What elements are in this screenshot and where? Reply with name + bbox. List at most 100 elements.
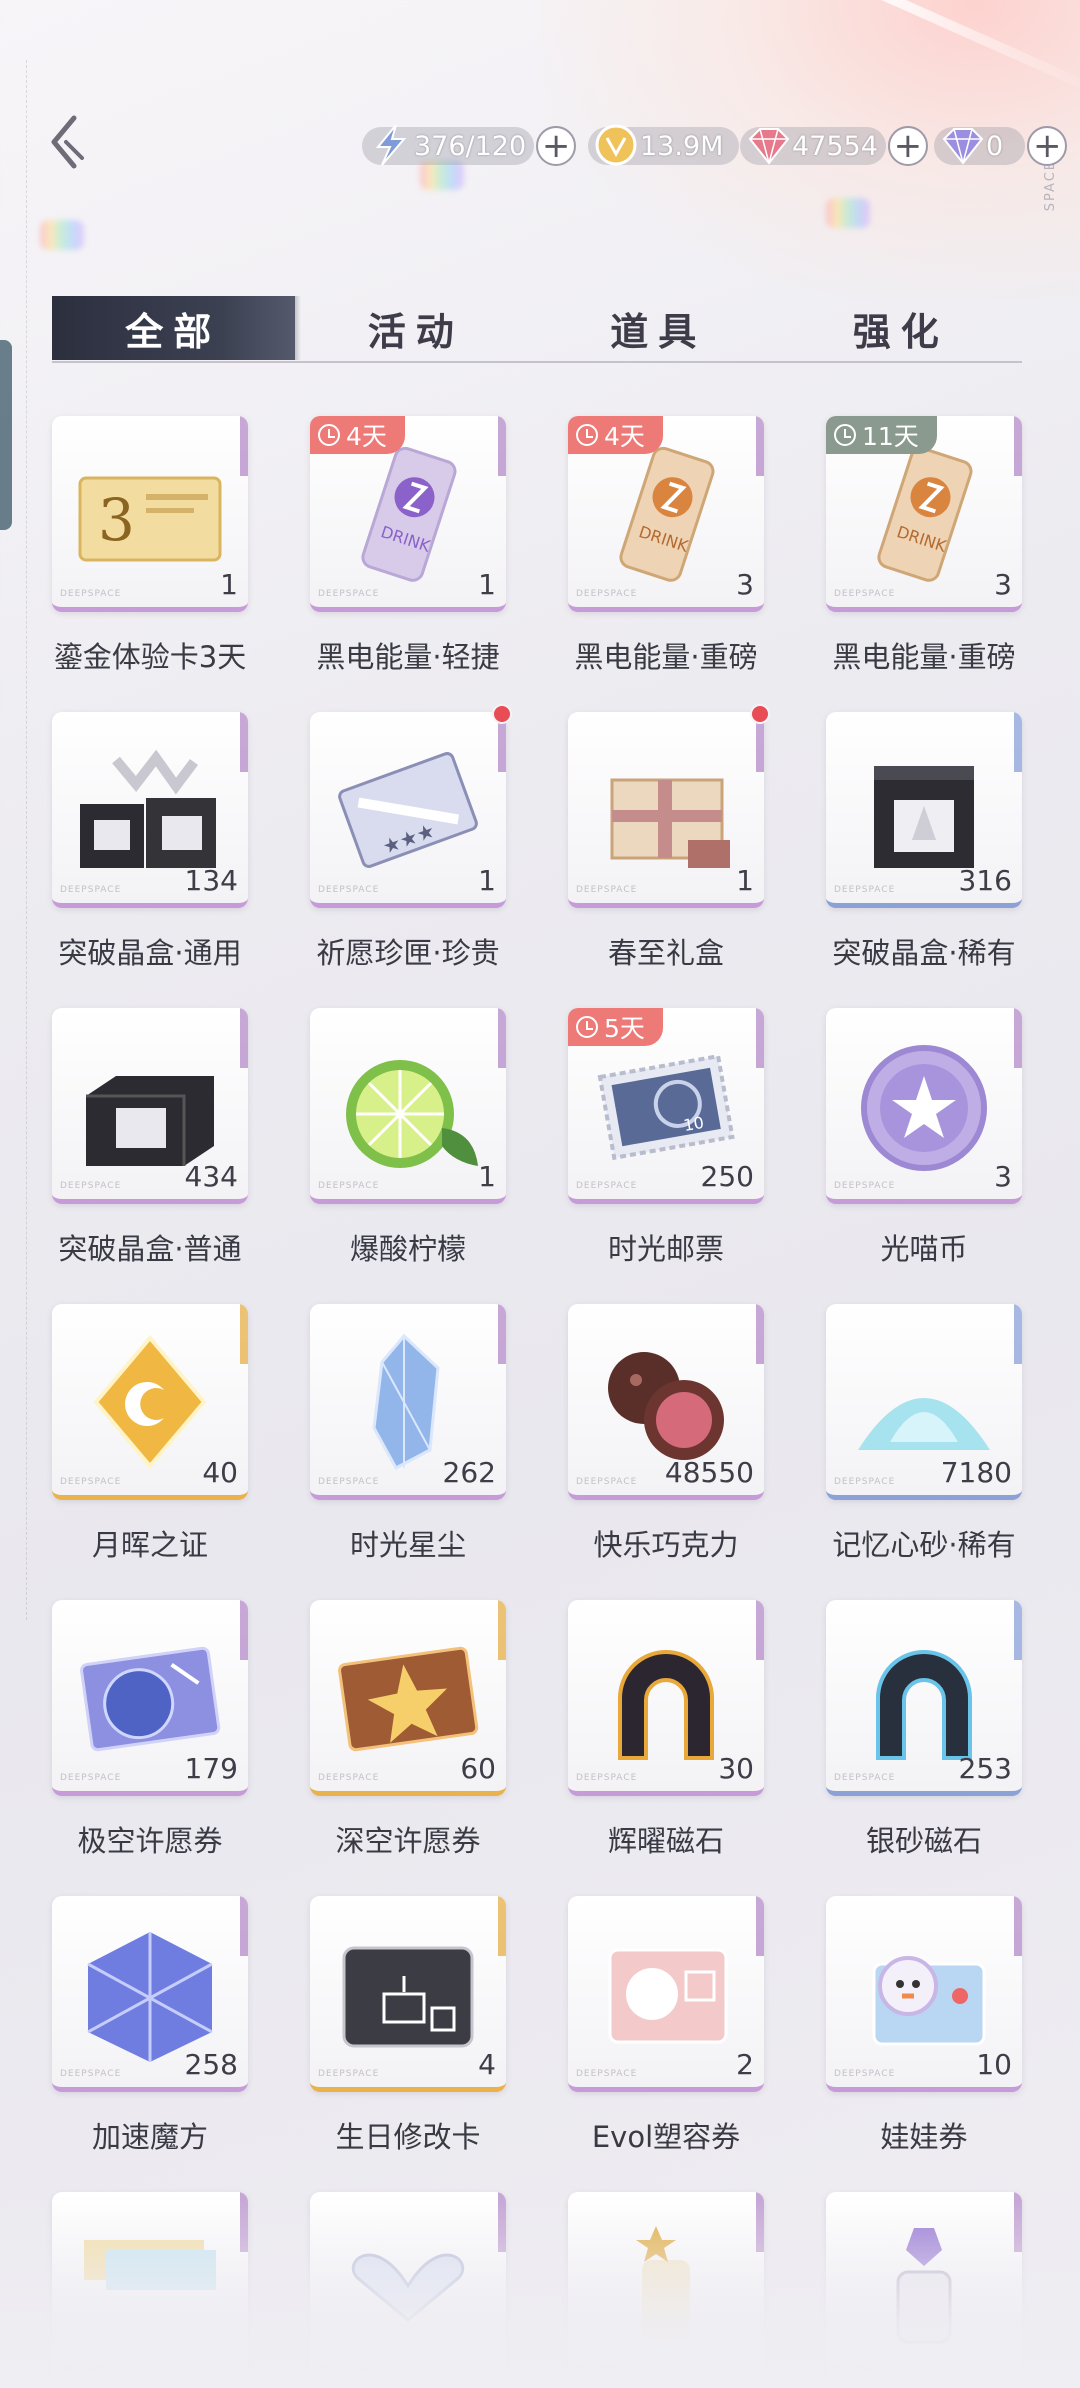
inventory-item[interactable]: DEEPSPACE 3 光喵币 — [826, 1008, 1022, 1304]
item-count: 3 — [994, 1160, 1012, 1193]
red-gem-icon — [748, 128, 790, 165]
item-card[interactable]: DEEPSPACE 3 — [826, 1008, 1022, 1204]
card-watermark: DEEPSPACE — [834, 1181, 896, 1191]
stamina-plus-button[interactable]: + — [536, 126, 577, 166]
item-card[interactable]: ★★★ DEEPSPACE 1 — [310, 712, 506, 908]
inventory-item[interactable]: DEEPSPACE 2 Evol塑容券 — [568, 1896, 764, 2192]
crystal-box-multi-icon — [80, 749, 216, 868]
expiry-timer-text: 11天 — [862, 422, 919, 451]
magic-cube-icon — [87, 1932, 213, 2062]
tab-enhance[interactable]: 强化 — [780, 296, 1023, 360]
inventory-item[interactable]: DRINK DEEPSPACE 3 4天黑电能量·重磅 — [568, 416, 764, 712]
inventory-item[interactable]: DEEPSPACE 60 深空许愿券 — [310, 1600, 506, 1896]
orange-drink-can-icon: DRINK — [619, 446, 715, 582]
item-card[interactable]: DEEPSPACE 2 — [568, 1896, 764, 2092]
item-card[interactable]: DEEPSPACE 1 — [568, 712, 764, 908]
item-count: 30 — [718, 1752, 754, 1785]
item-card[interactable]: DEEPSPACE 253 — [826, 1600, 1022, 1796]
item-card[interactable]: DRINK DEEPSPACE 1 4天 — [310, 416, 506, 612]
inventory-item[interactable]: DEEPSPACE 4 生日修改卡 — [310, 1896, 506, 2192]
card-watermark: DEEPSPACE — [834, 2365, 896, 2375]
item-name: 深空许愿券 — [335, 1824, 481, 1858]
clock-icon — [834, 424, 856, 446]
inventory-item[interactable]: DEEPSPACE 316 突破晶盒·稀有 — [826, 712, 1022, 1008]
chocolate-icon — [608, 1352, 724, 1460]
expiry-timer-text: 4天 — [346, 422, 387, 451]
item-card[interactable]: DEEPSPACE — [826, 2192, 1022, 2388]
inventory-item[interactable]: ★★★ DEEPSPACE 1 祈愿珍匣·珍贵 — [310, 704, 512, 1008]
inventory-item[interactable]: DEEPSPACE 48550 快乐巧克力 — [568, 1304, 764, 1600]
item-card[interactable]: DEEPSPACE 179 — [52, 1600, 248, 1796]
purple-diamond-plus-button[interactable]: + — [1027, 126, 1068, 166]
inventory-item[interactable]: DEEPSPACE — [310, 2192, 506, 2388]
purple-diamond-resource: 0 + — [934, 126, 1068, 166]
sand-pile-icon — [858, 1398, 990, 1450]
item-card[interactable]: DEEPSPACE 316 — [826, 712, 1022, 908]
item-card[interactable]: DEEPSPACE — [310, 2192, 506, 2388]
item-name: 快乐巧克力 — [593, 1528, 739, 1562]
purple-diamond-icon — [942, 128, 984, 165]
space-label: SPACE — [1043, 160, 1058, 212]
inventory-item[interactable]: DEEPSPACE — [568, 2192, 764, 2388]
inventory-item[interactable]: DEEPSPACE 434 突破晶盒·普通 — [52, 1008, 248, 1304]
item-card[interactable]: DEEPSPACE 60 — [310, 1600, 506, 1796]
inventory-item[interactable]: DEEPSPACE 258 加速魔方 — [52, 1896, 248, 2192]
item-name: 月晖之证 — [91, 1528, 208, 1562]
inventory-item[interactable]: DRINK DEEPSPACE 1 4天 黑电能量·轻捷 — [310, 416, 506, 712]
back-button[interactable] — [44, 112, 90, 172]
ticket-stack-icon — [84, 2240, 216, 2290]
inventory-item[interactable]: DEEPSPACE — [52, 2192, 248, 2388]
gold-coin-icon — [595, 124, 637, 166]
expiry-timer-badge: 5天 — [568, 1008, 663, 1046]
inventory-item[interactable]: DEEPSPACE 1 春至礼盒 — [568, 704, 770, 1008]
item-card[interactable]: DRINK DEEPSPACE 3 11天 — [826, 416, 1022, 612]
tab-all[interactable]: 全部 — [52, 296, 300, 360]
card-watermark: DEEPSPACE — [60, 2069, 122, 2079]
red-gem-plus-button[interactable]: + — [887, 126, 928, 166]
inventory-item[interactable]: DEEPSPACE 253 银砂磁石 — [826, 1600, 1022, 1896]
inventory-item[interactable]: 3 DEEPSPACE 1 鎏金体验卡3天 — [52, 416, 248, 712]
inventory-item[interactable]: DEEPSPACE 7180 记忆心砂·稀有 — [826, 1304, 1022, 1600]
item-card[interactable]: DEEPSPACE — [568, 2192, 764, 2388]
card-watermark: DEEPSPACE — [834, 1477, 896, 1487]
inventory-item[interactable]: DEEPSPACE 10 娃娃券 — [826, 1896, 1022, 2192]
item-card[interactable]: 3 DEEPSPACE 1 — [52, 416, 248, 612]
item-card[interactable]: DEEPSPACE 258 — [52, 1896, 248, 2092]
item-card[interactable]: DEEPSPACE 10 — [826, 1896, 1022, 2092]
inventory-item[interactable]: DEEPSPACE 30 辉曜磁石 — [568, 1600, 764, 1896]
item-card[interactable]: DEEPSPACE — [52, 2192, 248, 2388]
item-card[interactable]: DRINK DEEPSPACE 3 4天 — [568, 416, 764, 612]
item-card[interactable]: DEEPSPACE 134 — [52, 712, 248, 908]
inventory-item[interactable]: DRINK DEEPSPACE 3 11天 黑电能量·重磅 — [826, 416, 1022, 712]
item-name: 黑电能量·重磅 — [574, 640, 758, 674]
item-name: 光喵币 — [880, 1232, 968, 1266]
inventory-item[interactable]: DEEPSPACE 179 极空许愿券 — [52, 1600, 248, 1896]
tab-items[interactable]: 道具 — [537, 296, 780, 360]
inventory-item[interactable]: DEEPSPACE 40 月晖之证 — [52, 1304, 248, 1600]
inventory-item[interactable]: DEEPSPACE 1 爆酸柠檬 — [310, 1008, 506, 1304]
item-card[interactable]: DEEPSPACE 30 — [568, 1600, 764, 1796]
inventory-grid: 3 DEEPSPACE 1 鎏金体验卡3天 DRINK DEEPSPACE 1 4天 黑电能量·… — [52, 416, 1022, 2388]
inventory-item[interactable]: DEEPSPACE — [826, 2192, 1022, 2388]
item-card[interactable]: DEEPSPACE 7180 — [826, 1304, 1022, 1500]
item-card[interactable]: DEEPSPACE 1 — [310, 1008, 506, 1204]
item-name: 祈愿珍匣·珍贵 — [316, 936, 500, 970]
item-card[interactable]: DEEPSPACE 40 — [52, 1304, 248, 1500]
inventory-item[interactable]: 10 DEEPSPACE 250 5天 时光邮票 — [568, 1008, 764, 1304]
item-card[interactable]: DEEPSPACE 48550 — [568, 1304, 764, 1500]
item-card[interactable]: 10 DEEPSPACE 250 5天 — [568, 1008, 764, 1204]
star-ticket-icon — [338, 1646, 479, 1752]
inventory-item[interactable]: DEEPSPACE 134 突破晶盒·通用 — [52, 712, 248, 1008]
card-watermark: DEEPSPACE — [576, 1773, 638, 1783]
card-watermark: DEEPSPACE — [60, 589, 122, 599]
svg-text:3: 3 — [98, 486, 135, 554]
gold-magnet-icon — [618, 1650, 714, 1760]
item-card[interactable]: DEEPSPACE 262 — [310, 1304, 506, 1500]
item-card[interactable]: DEEPSPACE 434 — [52, 1008, 248, 1204]
item-card[interactable]: DEEPSPACE 4 — [310, 1896, 506, 2092]
card-watermark: DEEPSPACE — [834, 589, 896, 599]
tab-events[interactable]: 活动 — [295, 296, 538, 360]
side-drawer-handle[interactable] — [0, 340, 12, 530]
inventory-item[interactable]: DEEPSPACE 262 时光星尘 — [310, 1304, 506, 1600]
item-count: 258 — [184, 2048, 238, 2081]
